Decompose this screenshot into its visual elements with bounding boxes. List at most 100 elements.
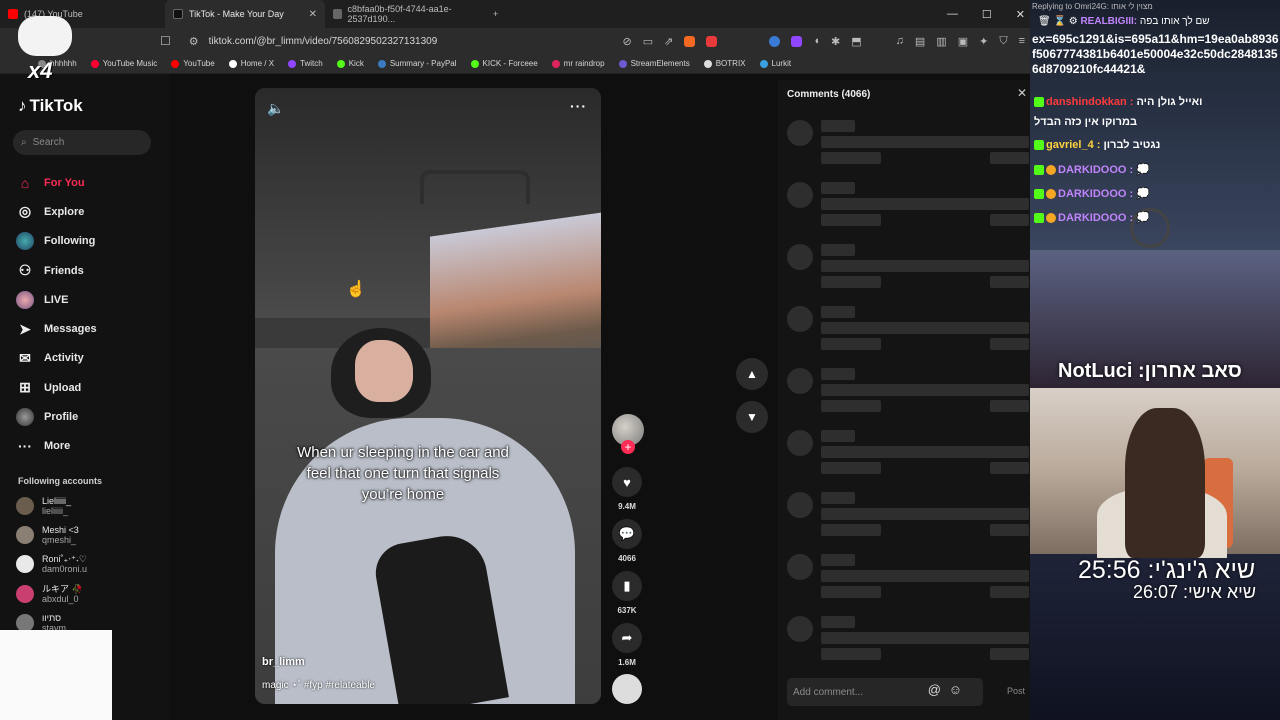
chat-line: danshindokkan : ואייל גולן היה bbox=[1034, 96, 1203, 108]
maximize-icon[interactable]: ☐ bbox=[982, 8, 992, 21]
mention-icon[interactable]: @ bbox=[928, 682, 941, 697]
extensions-puzzle-icon[interactable]: ✱ bbox=[831, 35, 840, 48]
bookmark-item[interactable]: mr raindrop bbox=[551, 59, 605, 68]
share-icon[interactable]: ⇗ bbox=[664, 35, 673, 48]
nav-for-you[interactable]: ⌂ For You bbox=[16, 168, 97, 197]
tiktok-logo[interactable]: ♪ TikTok bbox=[18, 96, 83, 116]
search-input[interactable]: ⌕ Search bbox=[13, 130, 151, 155]
nav-messages[interactable]: ➤ Messages bbox=[16, 314, 96, 343]
webcam-person bbox=[1125, 408, 1205, 558]
reading-list-icon[interactable]: ▤ bbox=[915, 35, 925, 48]
video-frame-handle bbox=[420, 170, 530, 204]
leo-ai-icon[interactable]: ✦ bbox=[979, 35, 988, 48]
nav-upload[interactable]: ⊞ Upload bbox=[16, 373, 97, 402]
site-info-icon[interactable]: ⚙ bbox=[189, 35, 199, 48]
chevron-down-icon: ▼ bbox=[746, 410, 758, 424]
vpn-shield-icon[interactable]: ⛉ bbox=[999, 35, 1007, 48]
comment-skeleton bbox=[787, 182, 1029, 232]
close-tab-icon[interactable]: ✕ bbox=[309, 9, 317, 20]
previous-video-button[interactable]: ▲ bbox=[736, 358, 768, 390]
following-account[interactable]: Roni˚₊‧⁺˖♡ dam0roni.u bbox=[16, 554, 87, 574]
comment-input[interactable]: Add comment... @ ☺ bbox=[787, 678, 983, 706]
mouse-cursor-icon: ☝ bbox=[346, 281, 366, 298]
video-author[interactable]: br_limm bbox=[262, 656, 305, 668]
search-icon: ⌕ bbox=[21, 137, 27, 148]
ghost-overlay bbox=[18, 16, 72, 56]
following-account[interactable]: ルキア 🥀 abxdul_0 bbox=[16, 584, 83, 604]
bookmark-star-icon[interactable]: ☐ bbox=[160, 34, 171, 48]
main-nav: ⌂ For You ◎ Explore Following ⚇ Friends LIV… bbox=[16, 168, 97, 461]
pip-icon[interactable]: ▭ bbox=[643, 35, 653, 48]
nav-profile[interactable]: Profile bbox=[16, 402, 97, 431]
tiktok-sidebar: ♪ TikTok ⌕ Search ⌂ For You ◎ Explore Follo… bbox=[0, 74, 170, 720]
bookmark-item[interactable]: Summary - PayPal bbox=[377, 59, 457, 68]
volume-icon[interactable]: 🔈 bbox=[267, 100, 284, 117]
close-icon[interactable]: ✕ bbox=[1017, 86, 1027, 100]
bookmark-item[interactable]: Lurkit bbox=[759, 59, 791, 68]
url-field[interactable]: tiktok.com/@br_limm/video/75608295023271… bbox=[209, 36, 438, 47]
nav-friends[interactable]: ⚇ Friends bbox=[16, 256, 97, 285]
bookmark-item[interactable]: Home / X bbox=[228, 59, 274, 68]
last-sub-title: NotLuci :סאב אחרון bbox=[1058, 360, 1242, 382]
heart-icon: ♥ bbox=[612, 467, 642, 497]
follow-plus-icon[interactable]: + bbox=[621, 440, 635, 454]
stream-overlay: Replying to Omri24G: מצוין לי אותו 🗑 ⌛ ⚙… bbox=[1030, 0, 1280, 720]
bookmark-item[interactable]: Kick bbox=[336, 59, 364, 68]
brave-rewards-icon[interactable] bbox=[706, 35, 718, 47]
tab-uuid[interactable]: c8bfaa0b-f50f-4744-aa1e-2537d190... bbox=[325, 0, 485, 28]
chat-badges: 🗑 ⌛ ⚙ REALBIGIII: שם לך אותו בפה bbox=[1038, 16, 1210, 27]
avatar bbox=[16, 555, 34, 573]
avatar bbox=[16, 585, 34, 603]
wallet-icon[interactable]: ▣ bbox=[958, 35, 968, 48]
bookmark-item[interactable]: YouTube bbox=[171, 59, 215, 68]
chat-line: DARKIDOOO : 💭 bbox=[1034, 211, 1150, 224]
menu-icon[interactable]: ≡ bbox=[1019, 35, 1025, 47]
downloads-icon[interactable]: ⬒ bbox=[851, 35, 861, 48]
comments-title: Comments (4066) bbox=[787, 89, 871, 100]
bookmark-item[interactable]: StreamElements bbox=[618, 59, 690, 68]
chat-hash-text: ex=695c1291&is=695a11&hm=19ea0ab8936f506… bbox=[1032, 32, 1279, 76]
tab-tiktok[interactable]: TikTok - Make Your Day ✕ bbox=[165, 0, 325, 28]
comment-skeleton bbox=[787, 554, 1029, 604]
emoji-icon[interactable]: ☺ bbox=[949, 682, 962, 697]
bookmark-item[interactable]: KICK - Forceee bbox=[470, 59, 538, 68]
next-video-button[interactable]: ▼ bbox=[736, 401, 768, 433]
chevron-up-icon: ▲ bbox=[746, 367, 758, 381]
nav-explore[interactable]: ◎ Explore bbox=[16, 197, 97, 226]
bookmark-item[interactable]: BOTRIX bbox=[703, 59, 746, 68]
more-options-icon[interactable]: ··· bbox=[570, 98, 587, 114]
upload-icon: ⊞ bbox=[19, 379, 31, 396]
minimize-icon[interactable]: — bbox=[947, 8, 958, 20]
like-button[interactable]: ♥ 9.4M bbox=[610, 467, 644, 511]
nav-live[interactable]: LIVE bbox=[16, 285, 97, 314]
extension-icon[interactable] bbox=[769, 35, 781, 47]
extension-audio-icon[interactable]: ◖ bbox=[813, 35, 820, 47]
share-button[interactable]: ➦ 1.6M bbox=[610, 623, 644, 667]
bookmark-item[interactable]: YouTube Music bbox=[90, 59, 157, 68]
comment-skeleton bbox=[787, 306, 1029, 356]
nav-activity[interactable]: ✉ Activity bbox=[16, 344, 97, 373]
new-tab-button[interactable]: + bbox=[485, 0, 506, 28]
music-icon[interactable]: ♫ bbox=[896, 35, 904, 47]
nav-more[interactable]: ··· More bbox=[16, 432, 97, 461]
save-button[interactable]: ▮ 637K bbox=[610, 571, 644, 615]
brave-shield-icon[interactable] bbox=[684, 35, 696, 47]
chat-line: DARKIDOOO : 💭 bbox=[1034, 163, 1150, 176]
avatar bbox=[16, 526, 34, 544]
comment-skeleton bbox=[787, 120, 1029, 170]
music-disc-icon[interactable] bbox=[612, 674, 642, 704]
post-button[interactable]: Post bbox=[1007, 686, 1025, 696]
comment-button[interactable]: 💬 4066 bbox=[610, 519, 644, 563]
sidebar-icon[interactable]: ▥ bbox=[936, 35, 946, 48]
no-camera-icon[interactable]: ⊘ bbox=[623, 35, 632, 48]
following-account[interactable]: Lieliiiii_ lieliiiii_ bbox=[16, 496, 71, 516]
nav-following[interactable]: Following bbox=[16, 227, 97, 256]
video-player[interactable]: 🔈 ··· When ur sleeping in the car and fe… bbox=[255, 88, 601, 704]
extension-twitch-icon[interactable] bbox=[791, 35, 803, 47]
chat-line: במרוקו אין כזה הבדל bbox=[1034, 116, 1137, 128]
following-account[interactable]: Meshi <3 qmeshi_ bbox=[16, 525, 79, 545]
close-window-icon[interactable]: ✕ bbox=[1016, 8, 1025, 21]
activity-icon: ✉ bbox=[19, 349, 31, 366]
bookmark-item[interactable]: Twitch bbox=[288, 59, 323, 68]
live-icon bbox=[16, 290, 34, 309]
